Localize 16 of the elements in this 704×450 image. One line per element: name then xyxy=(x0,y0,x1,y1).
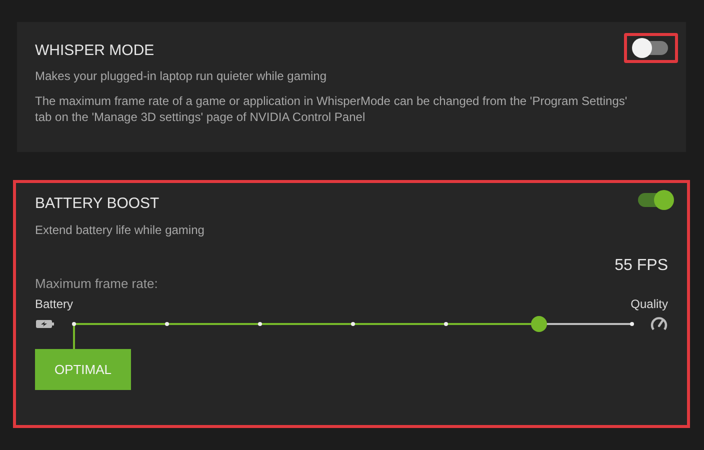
description-text: Extend battery life while gaming xyxy=(35,223,206,237)
battery-icon xyxy=(35,318,55,330)
leader-line xyxy=(73,325,75,349)
slider-thumb[interactable] xyxy=(530,316,547,332)
slider-min-label: Battery xyxy=(35,297,74,311)
description-text: Makes your plugged-in laptop run quieter while gaming xyxy=(35,69,328,83)
optimal-button[interactable]: OPTIMAL xyxy=(35,349,131,390)
toggle-switch[interactable] xyxy=(638,193,672,207)
section-title: WHISPER MODE xyxy=(35,42,154,58)
note-text: The maximum frame rate of a game or application in WhisperMode can be changed from the 'Program Settings' tab on the 'Manage 3D settings' page of NVIDIA Control Panel xyxy=(35,93,628,125)
section-title: BATTERY BOOST xyxy=(35,194,160,212)
slider-max-label: Quality xyxy=(630,297,668,311)
frame-rate-label: Maximum frame rate: xyxy=(35,276,158,291)
frame-rate-value: 55 FPS xyxy=(614,257,668,275)
toggle-switch[interactable] xyxy=(634,41,668,55)
speedometer-icon xyxy=(650,315,668,333)
